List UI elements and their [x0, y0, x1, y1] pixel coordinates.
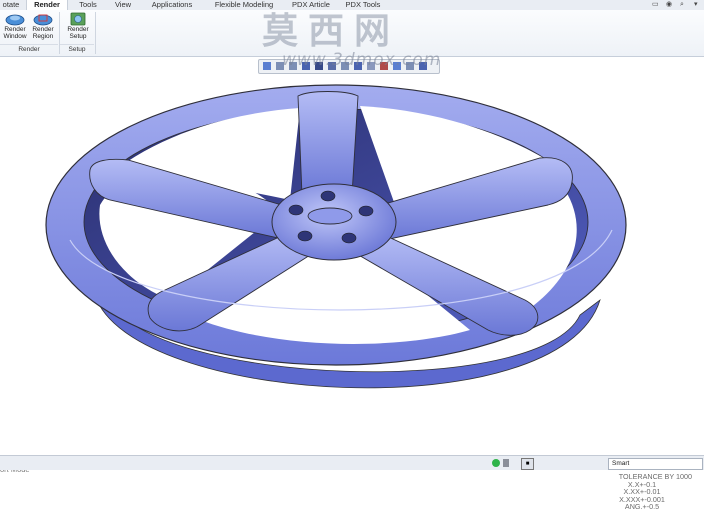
watermark-cn: 莫西网: [262, 11, 401, 52]
render-window-button[interactable]: Render Window: [0, 12, 30, 48]
lug-hole: [320, 190, 336, 202]
render-window-label-2: Window: [3, 33, 27, 40]
tab-applications[interactable]: Applications: [142, 0, 202, 10]
expand-icon[interactable]: ▾: [694, 0, 698, 9]
render-region-button[interactable]: Render Region: [28, 12, 58, 48]
tolerance-table: TOLERANCE BY 1000 X.X+-0.1 X.XX+-0.01 X.…: [592, 473, 692, 511]
render-region-icon: [33, 14, 53, 26]
status-bar: ■ Smart: [0, 455, 704, 470]
status-bar-icon[interactable]: [503, 459, 509, 467]
watermark-url: www.3dmox.com: [282, 50, 442, 70]
render-region-label-2: Region: [32, 33, 54, 40]
render-setup-button[interactable]: Render Setup: [63, 12, 93, 48]
minimize-ribbon-icon[interactable]: ▭: [652, 0, 659, 9]
selection-filter-dropdown[interactable]: Smart: [608, 458, 703, 470]
lug-hole: [297, 230, 313, 242]
render-setup-label-1: Render: [67, 26, 89, 33]
tolerance-line: ANG.+-0.5: [624, 502, 660, 511]
tolerance-line: X.X+-0.1: [627, 479, 657, 489]
render-window-icon: [5, 14, 25, 26]
render-window-label-1: Render: [4, 26, 26, 33]
tolerance-line: X.XX+-0.01: [623, 487, 661, 497]
spoke-top: [297, 91, 359, 196]
hub-center-cap: [307, 207, 353, 225]
tolerance-title: TOLERANCE BY 1000: [618, 472, 692, 481]
lug-hole: [341, 232, 357, 244]
render-setup-icon: [70, 12, 86, 26]
selection-filter-icon[interactable]: ■: [521, 458, 534, 470]
group-divider: [95, 12, 96, 54]
graphics-viewport[interactable]: ort Mode TOLERANCE BY 1000 X.X+-0.1 X.XX…: [0, 57, 704, 510]
setup-group-label: Setup: [60, 44, 94, 55]
render-setup-label-2: Setup: [69, 33, 87, 40]
tab-render[interactable]: Render: [26, 0, 68, 10]
lug-hole: [358, 205, 374, 217]
lug-hole: [288, 204, 304, 216]
search-icon[interactable]: ⌕: [680, 0, 684, 9]
help-icon[interactable]: ◉: [666, 0, 672, 9]
refit-icon[interactable]: [263, 62, 271, 70]
render-group-label: Render: [0, 44, 58, 55]
status-ok-icon: [492, 459, 500, 467]
render-region-label-1: Render: [32, 26, 54, 33]
tolerance-line: X.XXX+-0.001: [619, 494, 665, 504]
tab-tools[interactable]: Tools: [72, 0, 104, 10]
wheel-rim-model: [45, 84, 627, 389]
tab-operate[interactable]: otate: [0, 0, 22, 10]
tab-view[interactable]: View: [108, 0, 138, 10]
